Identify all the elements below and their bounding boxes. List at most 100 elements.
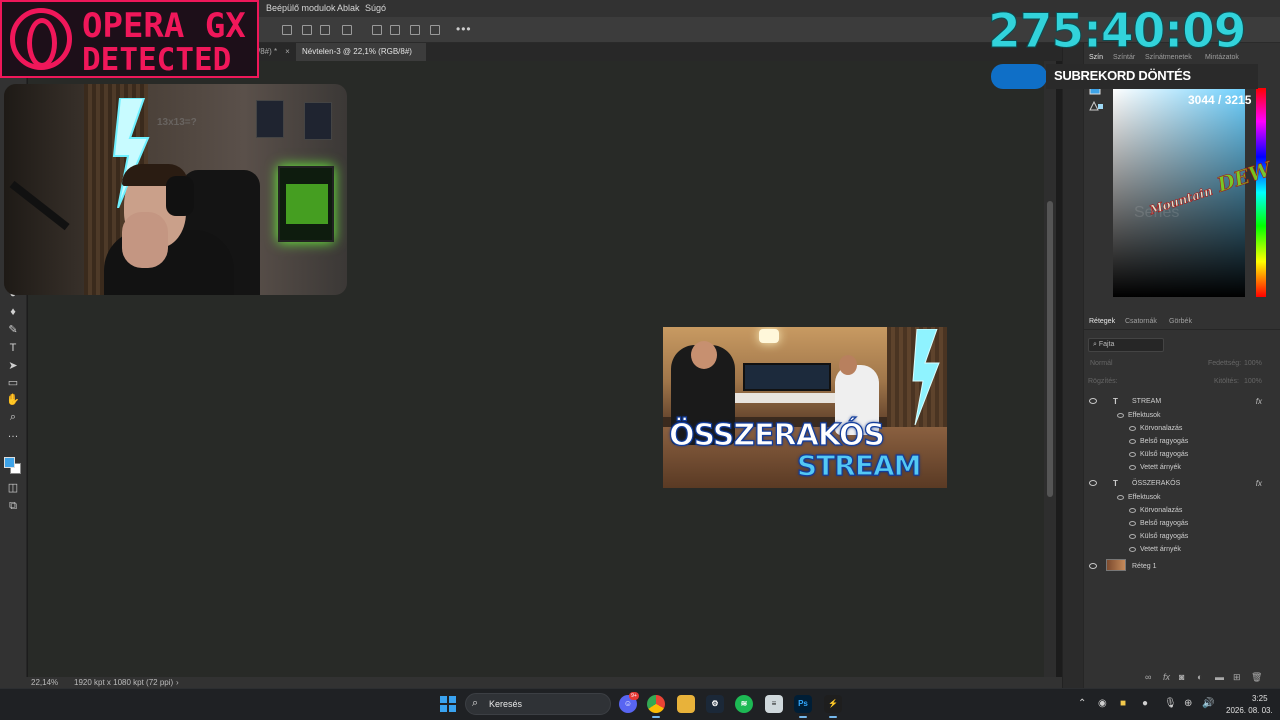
- mask-icon[interactable]: ◙: [1179, 672, 1184, 682]
- spotify-icon[interactable]: ≋: [735, 695, 753, 713]
- steam-tray-icon[interactable]: ◉: [1098, 698, 1107, 709]
- distribute-left-icon[interactable]: [372, 25, 382, 35]
- pen-tool-icon[interactable]: ✎: [6, 323, 20, 337]
- adjustment-icon[interactable]: ◐: [1197, 672, 1202, 682]
- fx-icon[interactable]: fx: [1256, 396, 1262, 408]
- notepad-icon[interactable]: ≡: [765, 695, 783, 713]
- clock-time[interactable]: 3:25: [1252, 694, 1268, 703]
- type-tool-icon[interactable]: T: [6, 341, 20, 355]
- windows-start-icon[interactable]: [440, 696, 456, 712]
- layers-panel-tabs: Rétegek Csatornák Görbék: [1083, 314, 1280, 330]
- layer-name: Réteg 1: [1132, 563, 1157, 570]
- foreground-color-swatch[interactable]: [4, 457, 15, 468]
- visibility-eye-icon[interactable]: [1117, 413, 1124, 418]
- close-icon[interactable]: ×: [285, 47, 290, 56]
- blend-mode-select[interactable]: Normál: [1090, 358, 1113, 370]
- zoom-level[interactable]: 22,14%: [31, 678, 58, 687]
- effects-row[interactable]: Effektusok: [1086, 410, 1270, 422]
- path-selection-icon[interactable]: ➤: [6, 359, 20, 373]
- volume-icon[interactable]: 🔊: [1202, 698, 1214, 709]
- fx-icon[interactable]: fx: [1256, 478, 1262, 490]
- tray-app-icon[interactable]: ■: [1120, 698, 1126, 709]
- effects-row[interactable]: Effektusok: [1086, 492, 1270, 504]
- visibility-eye-icon[interactable]: [1129, 521, 1136, 526]
- visibility-eye-icon[interactable]: [1129, 439, 1136, 444]
- effect-row[interactable]: Külső ragyogás: [1086, 449, 1270, 461]
- wall-poster: [304, 102, 332, 140]
- tab-layers[interactable]: Rétegek: [1089, 318, 1115, 325]
- network-icon[interactable]: ⊕: [1184, 698, 1192, 709]
- opera-logo-icon: [10, 8, 72, 70]
- visibility-eye-icon[interactable]: [1129, 534, 1136, 539]
- visibility-eye-icon[interactable]: [1129, 465, 1136, 470]
- align-left-icon[interactable]: [282, 25, 292, 35]
- visibility-eye-icon[interactable]: [1129, 452, 1136, 457]
- scroll-thumb[interactable]: [1047, 201, 1053, 497]
- fx-icon[interactable]: fx: [1163, 672, 1170, 682]
- rectangle-tool-icon[interactable]: ▭: [6, 376, 20, 390]
- fill-value[interactable]: 100%: [1244, 376, 1262, 388]
- tab-curves[interactable]: Görbék: [1169, 318, 1192, 325]
- status-arrow-icon[interactable]: ›: [176, 678, 179, 687]
- chrome-icon[interactable]: [647, 695, 665, 718]
- distribute-center-icon[interactable]: [390, 25, 400, 35]
- hue-slider[interactable]: [1256, 88, 1266, 297]
- clock-date[interactable]: 2026. 08. 03.: [1226, 706, 1273, 715]
- quick-mask-icon[interactable]: ◫: [6, 481, 20, 495]
- photoshop-icon[interactable]: Ps: [794, 695, 812, 718]
- effect-row[interactable]: Belső ragyogás: [1086, 436, 1270, 448]
- visibility-eye-icon[interactable]: [1089, 563, 1097, 569]
- group-icon[interactable]: ▬: [1215, 672, 1224, 682]
- new-layer-icon[interactable]: ⊞: [1233, 672, 1241, 683]
- effect-row[interactable]: Külső ragyogás: [1086, 531, 1270, 543]
- visibility-eye-icon[interactable]: [1129, 426, 1136, 431]
- hand-tool-icon[interactable]: ✋: [6, 393, 20, 407]
- effect-row[interactable]: Körvonalazás: [1086, 505, 1270, 517]
- tab-active-document[interactable]: Névtelen-3 @ 22,1% (RGB/8#) *×: [296, 43, 426, 74]
- thumbnail-canvas-image[interactable]: ÖSSZERAKÓS STREAM: [663, 327, 947, 488]
- gaming-pc: [278, 166, 334, 242]
- vertical-scrollbar[interactable]: [1044, 61, 1056, 677]
- distribute-spacing-icon[interactable]: [430, 25, 440, 35]
- app-icon[interactable]: ⚡: [824, 695, 842, 718]
- layer-row-osszerakos[interactable]: T ÖSSZERAKÓS fx: [1086, 478, 1270, 490]
- tab-channels[interactable]: Csatornák: [1125, 318, 1157, 325]
- fill-label: Kitöltés:: [1214, 378, 1239, 385]
- distribute-right-icon[interactable]: [410, 25, 420, 35]
- chevron-up-icon[interactable]: ⌃: [1078, 698, 1086, 709]
- smudge-tool-icon[interactable]: ♦: [6, 305, 20, 319]
- visibility-eye-icon[interactable]: [1089, 398, 1097, 404]
- tray-app-icon[interactable]: ●: [1142, 698, 1148, 709]
- layer-row-stream[interactable]: T STREAM fx: [1086, 396, 1270, 408]
- effect-name: Külső ragyogás: [1140, 451, 1189, 458]
- more-tools-icon[interactable]: …: [6, 427, 20, 441]
- effect-row[interactable]: Vetett árnyék: [1086, 462, 1270, 474]
- zoom-tool-icon[interactable]: ⌕: [6, 410, 20, 424]
- trash-icon[interactable]: 🗑: [1251, 672, 1262, 683]
- align-center-icon[interactable]: [302, 25, 312, 35]
- visibility-eye-icon[interactable]: [1089, 480, 1097, 486]
- effect-row[interactable]: Körvonalazás: [1086, 423, 1270, 435]
- menu-help[interactable]: Súgó: [365, 3, 386, 13]
- layer-filter-select[interactable]: ⌕ Fajta: [1088, 338, 1164, 352]
- menu-window[interactable]: Ablak: [337, 3, 360, 13]
- visibility-eye-icon[interactable]: [1129, 547, 1136, 552]
- align-top-icon[interactable]: [342, 25, 352, 35]
- webcam-overlay: 13x13=?: [4, 84, 347, 295]
- opacity-value[interactable]: 100%: [1244, 358, 1262, 370]
- person-right-head: [839, 355, 857, 375]
- link-icon[interactable]: ∞: [1145, 672, 1151, 682]
- steam-icon[interactable]: ⚙: [706, 695, 724, 713]
- effect-row[interactable]: Vetett árnyék: [1086, 544, 1270, 556]
- more-options-icon[interactable]: •••: [456, 22, 472, 36]
- visibility-eye-icon[interactable]: [1117, 495, 1124, 500]
- effect-row[interactable]: Belső ragyogás: [1086, 518, 1270, 530]
- align-right-icon[interactable]: [320, 25, 330, 35]
- menu-plugins[interactable]: Beépülő modulok: [266, 3, 336, 13]
- file-explorer-icon[interactable]: [677, 695, 695, 713]
- microphone-icon[interactable]: 🎙: [1164, 698, 1177, 709]
- layer-row-reteg-1[interactable]: Réteg 1: [1086, 559, 1270, 573]
- visibility-eye-icon[interactable]: [1129, 508, 1136, 513]
- screen-mode-icon[interactable]: ⧉: [6, 499, 20, 513]
- taskbar-search[interactable]: [465, 693, 611, 715]
